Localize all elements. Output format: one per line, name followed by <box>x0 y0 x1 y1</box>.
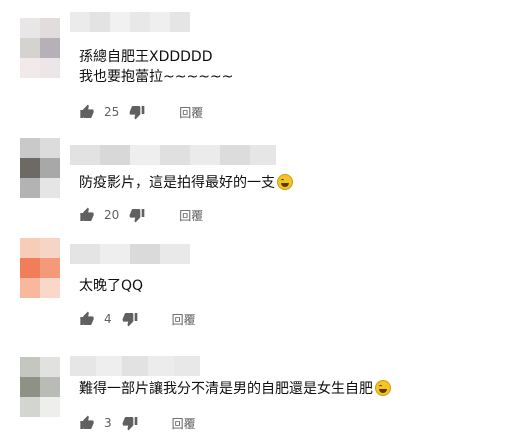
thumbs-up-icon[interactable] <box>79 311 95 327</box>
comment-text: 孫總自肥王XDDDDD 我也要抱蕾拉~~~~~~ <box>79 47 233 87</box>
comment-line: 防疫影片，這是拍得最好的一支 <box>79 175 275 191</box>
name-pixel <box>70 356 96 376</box>
name-pixel <box>70 12 90 32</box>
avatar-pixel <box>20 377 40 397</box>
avatar[interactable] <box>20 238 60 298</box>
thumbs-down-icon[interactable] <box>129 104 145 120</box>
avatar-pixel <box>40 158 60 178</box>
name-pixel <box>90 12 110 32</box>
name-pixel <box>170 12 190 32</box>
avatar-pixel <box>20 258 40 278</box>
thumbs-up-icon[interactable] <box>79 415 95 431</box>
comment-actions: 20 回覆 <box>79 205 203 225</box>
name-pixel <box>148 356 174 376</box>
name-pixel <box>150 12 170 32</box>
avatar-pixel <box>20 278 40 298</box>
reply-button[interactable]: 回覆 <box>172 415 196 432</box>
avatar-pixel <box>40 18 60 38</box>
avatar-pixel <box>20 18 40 38</box>
reply-button[interactable]: 回覆 <box>172 311 196 328</box>
avatar-pixel <box>40 238 60 258</box>
author-name[interactable] <box>70 244 190 264</box>
reply-button[interactable]: 回覆 <box>179 104 203 121</box>
name-pixel <box>100 145 130 165</box>
thumbs-up-icon[interactable] <box>79 207 95 223</box>
comment-text: 難得一部片讓我分不清是男的自肥還是女生自肥 <box>79 379 391 399</box>
name-pixel <box>122 356 148 376</box>
name-pixel <box>96 356 122 376</box>
comment-text: 防疫影片，這是拍得最好的一支 <box>79 173 293 193</box>
avatar[interactable] <box>20 18 60 78</box>
thumbs-down-icon[interactable] <box>122 415 138 431</box>
author-name[interactable] <box>70 12 190 32</box>
name-pixel <box>100 244 130 264</box>
author-name[interactable] <box>70 356 200 376</box>
name-pixel <box>70 244 100 264</box>
comment-actions: 25 回覆 <box>79 102 203 122</box>
avatar-pixel <box>20 357 40 377</box>
avatar-pixel <box>20 38 40 58</box>
avatar[interactable] <box>20 357 60 417</box>
avatar-pixel <box>40 278 60 298</box>
avatar-pixel <box>40 397 60 417</box>
comment-line: 我也要抱蕾拉~~~~~~ <box>79 69 234 85</box>
like-count: 4 <box>104 312 112 326</box>
reply-button[interactable]: 回覆 <box>179 207 203 224</box>
name-pixel <box>130 12 150 32</box>
grinning-sweat-emoji-icon <box>277 174 293 190</box>
name-pixel <box>160 145 190 165</box>
comment-text: 太晚了QQ <box>79 276 143 296</box>
like-count: 20 <box>104 208 120 222</box>
author-name[interactable] <box>70 145 276 165</box>
avatar-pixel <box>20 178 40 198</box>
thumbs-down-icon[interactable] <box>129 207 145 223</box>
name-pixel <box>70 145 100 165</box>
avatar-pixel <box>20 397 40 417</box>
avatar-pixel <box>20 238 40 258</box>
avatar[interactable] <box>20 138 60 198</box>
comment-line: 孫總自肥王XDDDDD <box>79 49 213 65</box>
like-count: 25 <box>104 105 120 119</box>
avatar-pixel <box>40 377 60 397</box>
thumbs-up-icon[interactable] <box>79 104 95 120</box>
name-pixel <box>130 145 160 165</box>
comment-line: 太晚了QQ <box>79 278 144 294</box>
avatar-pixel <box>40 38 60 58</box>
avatar-pixel <box>40 258 60 278</box>
avatar-pixel <box>40 138 60 158</box>
name-pixel <box>130 244 160 264</box>
name-pixel <box>174 356 200 376</box>
avatar-pixel <box>40 178 60 198</box>
name-pixel <box>110 12 130 32</box>
comment-line: 難得一部片讓我分不清是男的自肥還是女生自肥 <box>79 381 373 397</box>
avatar-pixel <box>40 357 60 377</box>
name-pixel <box>160 244 190 264</box>
comment-actions: 3 回覆 <box>79 413 196 433</box>
comment-actions: 4 回覆 <box>79 309 196 329</box>
like-count: 3 <box>104 416 112 430</box>
avatar-pixel <box>20 158 40 178</box>
avatar-pixel <box>20 138 40 158</box>
rolling-laughing-emoji-icon <box>375 380 391 396</box>
avatar-pixel <box>20 58 40 78</box>
name-pixel <box>220 145 250 165</box>
avatar-pixel <box>40 58 60 78</box>
thumbs-down-icon[interactable] <box>122 311 138 327</box>
name-pixel <box>190 145 220 165</box>
name-pixel <box>250 145 276 165</box>
